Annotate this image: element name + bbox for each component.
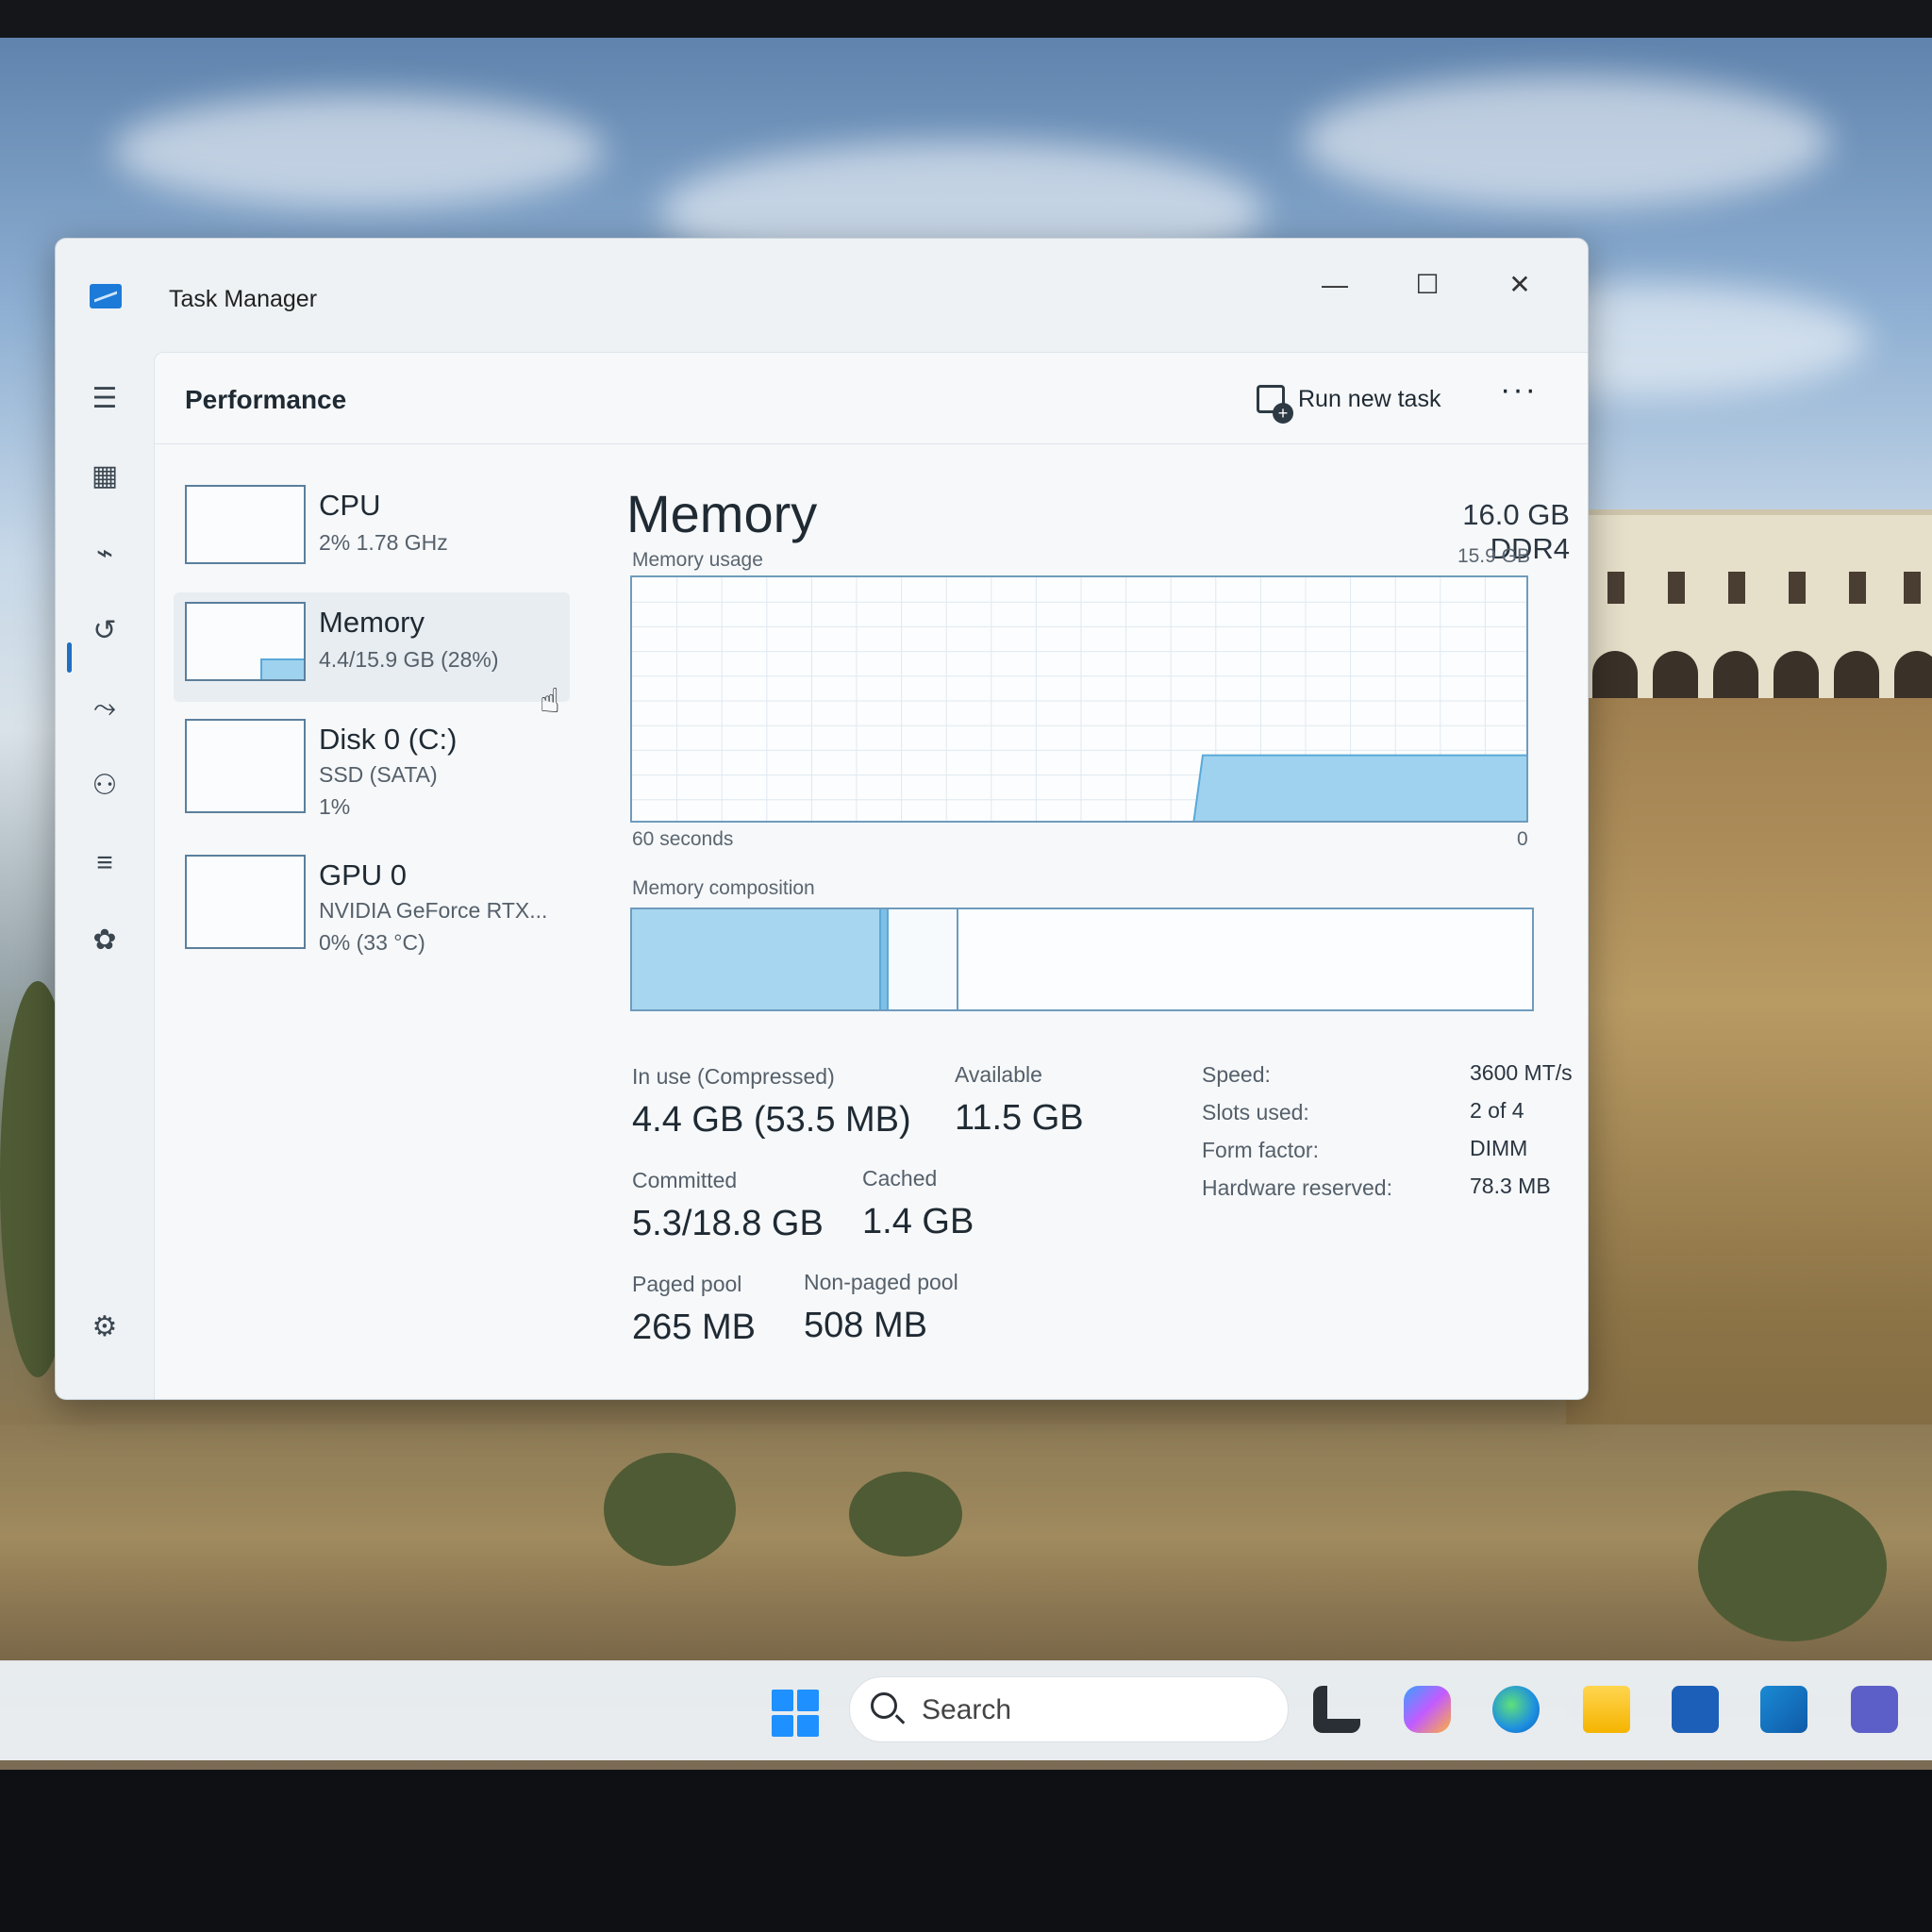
speed-label: Speed: — [1202, 1062, 1271, 1087]
committed-value: 5.3/18.8 GB — [632, 1204, 824, 1243]
composition-in-use — [632, 909, 879, 1009]
nav-active-indicator — [67, 642, 72, 673]
edge-icon[interactable] — [1492, 1686, 1540, 1733]
memory-usage-chart — [632, 577, 1526, 821]
monitor-bezel-bottom — [0, 1770, 1932, 1932]
memory-usage-label: Memory usage — [632, 549, 763, 571]
paged-pool-value: 265 MB — [632, 1307, 756, 1347]
settings-icon[interactable]: ⚙ — [84, 1307, 125, 1348]
device-detail: SSD (SATA) — [319, 762, 438, 787]
device-name: CPU — [319, 489, 381, 522]
device-name: GPU 0 — [319, 858, 408, 891]
teams-icon[interactable] — [1851, 1686, 1898, 1733]
title-bar[interactable]: Task Manager — ☐ ✕ — [56, 239, 1588, 342]
device-detail-2: 1% — [319, 794, 351, 819]
memory-composition-bar — [630, 908, 1534, 1011]
search-icon — [871, 1692, 897, 1719]
task-view-icon[interactable] — [1313, 1686, 1360, 1733]
page-title: Performance — [185, 385, 347, 414]
device-item-memory[interactable]: Memory 4.4/15.9 GB (28%) — [174, 592, 570, 702]
more-options-button[interactable]: ··· — [1500, 372, 1538, 408]
services-icon[interactable]: ✿ — [84, 920, 125, 961]
cached-label: Cached — [862, 1166, 938, 1191]
processes-icon[interactable]: ▦ — [84, 456, 125, 497]
hand-cursor-icon: ☝ — [540, 681, 560, 720]
store-icon[interactable] — [1672, 1686, 1719, 1733]
start-icon[interactable] — [772, 1690, 819, 1737]
in-use-value: 4.4 GB (53.5 MB) — [632, 1100, 911, 1140]
gpu-thumbnail-graph — [185, 855, 306, 949]
hardware-reserved-value: 78.3 MB — [1470, 1174, 1551, 1198]
cached-value: 1.4 GB — [862, 1202, 974, 1241]
device-detail: 2% 1.78 GHz — [319, 530, 448, 555]
memory-title: Memory — [626, 484, 818, 543]
form-factor-label: Form factor: — [1202, 1138, 1319, 1162]
cpu-thumbnail-graph — [185, 485, 306, 564]
navigation-rail: ☰ ▦ ⌁ ↺ ⤳ ⚇ ≡ ✿ ⚙ — [56, 342, 154, 1399]
minimize-button[interactable]: — — [1307, 261, 1363, 308]
available-label: Available — [955, 1062, 1042, 1087]
run-new-task-label: Run new task — [1298, 385, 1441, 412]
slots-used-value: 2 of 4 — [1470, 1098, 1524, 1123]
outlook-icon[interactable] — [1760, 1686, 1807, 1733]
close-button[interactable]: ✕ — [1491, 261, 1548, 308]
available-value: 11.5 GB — [955, 1098, 1084, 1138]
composition-standby — [889, 909, 958, 1009]
paged-pool-label: Paged pool — [632, 1272, 742, 1296]
slots-used-label: Slots used: — [1202, 1100, 1309, 1124]
users-icon[interactable]: ⚇ — [84, 765, 125, 807]
device-item-disk[interactable]: Disk 0 (C:) SSD (SATA) 1% — [174, 709, 570, 819]
device-name: Disk 0 (C:) — [319, 723, 458, 756]
run-task-icon — [1257, 385, 1293, 424]
composition-modified — [879, 909, 889, 1009]
device-item-cpu[interactable]: CPU 2% 1.78 GHz — [174, 475, 570, 585]
maximize-button[interactable]: ☐ — [1399, 261, 1456, 308]
device-detail: NVIDIA GeForce RTX... — [319, 898, 548, 923]
taskbar: Search — [0, 1660, 1932, 1760]
startup-apps-icon[interactable]: ⤳ — [84, 688, 125, 729]
in-use-label: In use (Compressed) — [632, 1064, 835, 1089]
device-item-gpu[interactable]: GPU 0 NVIDIA GeForce RTX... 0% (33 °C) — [174, 845, 570, 955]
speed-value: 3600 MT/s — [1470, 1060, 1573, 1085]
performance-icon[interactable]: ⌁ — [84, 533, 125, 575]
form-factor-value: DIMM — [1470, 1136, 1528, 1160]
memory-thumbnail-graph — [185, 602, 306, 681]
composition-free — [958, 909, 1532, 1009]
performance-panel: Performance Run new task ··· CPU 2% 1.78… — [154, 352, 1588, 1399]
taskbar-search-box[interactable]: Search — [849, 1676, 1289, 1742]
non-paged-pool-value: 508 MB — [804, 1306, 927, 1345]
memory-composition-label: Memory composition — [632, 877, 815, 899]
wallpaper-building — [1574, 509, 1932, 708]
non-paged-pool-label: Non-paged pool — [804, 1270, 958, 1294]
run-new-task-button[interactable]: Run new task — [1257, 375, 1441, 424]
menu-icon[interactable]: ☰ — [84, 378, 125, 420]
device-name: Memory — [319, 606, 425, 639]
time-axis-zero: 0 — [1517, 828, 1528, 850]
task-manager-window: Task Manager — ☐ ✕ ☰ ▦ ⌁ ↺ ⤳ ⚇ ≡ ✿ ⚙ Per… — [55, 238, 1589, 1400]
file-explorer-icon[interactable] — [1583, 1686, 1630, 1733]
task-manager-app-icon — [90, 284, 122, 308]
search-placeholder: Search — [922, 1694, 1012, 1725]
copilot-icon[interactable] — [1404, 1686, 1451, 1733]
memory-usage-graph — [630, 575, 1528, 823]
committed-label: Committed — [632, 1168, 738, 1192]
memory-usage-max: 15.9 GB — [1457, 545, 1530, 567]
device-detail: 4.4/15.9 GB (28%) — [319, 647, 499, 672]
hardware-reserved-label: Hardware reserved: — [1202, 1175, 1392, 1200]
time-axis-label: 60 seconds — [632, 828, 734, 850]
device-detail-2: 0% (33 °C) — [319, 930, 425, 955]
header-divider — [155, 443, 1588, 444]
memory-usage-area — [1192, 754, 1526, 821]
disk-thumbnail-graph — [185, 719, 306, 813]
window-title: Task Manager — [169, 286, 318, 312]
app-history-icon[interactable]: ↺ — [84, 610, 125, 652]
details-icon[interactable]: ≡ — [84, 842, 125, 884]
